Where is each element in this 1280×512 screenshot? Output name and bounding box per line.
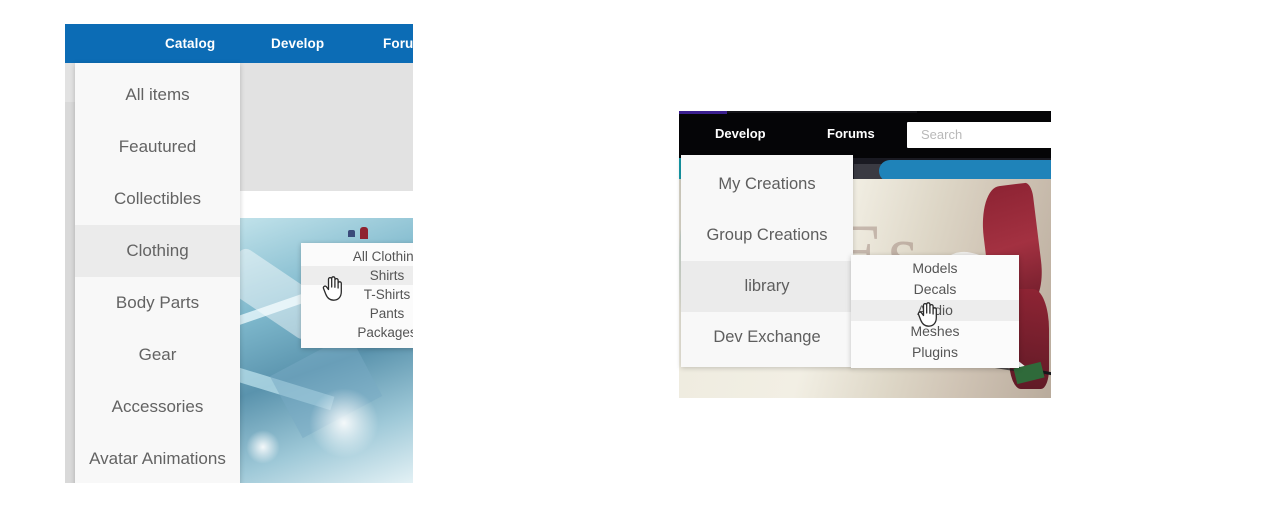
right-search-input[interactable]: Search [907,122,1051,148]
menu-item-accessories[interactable]: Accessories [75,381,240,433]
submenu-item-plugins[interactable]: Plugins [851,342,1019,363]
left-hero-decoration [348,227,370,239]
navbar-accent-line [679,111,727,114]
left-nav-item-catalog[interactable]: Catalog [165,36,215,51]
submenu-item-shirts[interactable]: Shirts [301,266,413,285]
right-nav-item-forums[interactable]: Forums [827,126,875,141]
left-navbar: Catalog Develop Forums [65,24,413,63]
screenshot-canvas: Catalog Develop Forums All items Feautur… [0,0,1280,512]
left-screenshot-panel: Catalog Develop Forums All items Feautur… [65,24,413,483]
menu-item-group-creations[interactable]: Group Creations [681,210,853,261]
menu-item-clothing[interactable]: Clothing [75,225,240,277]
left-nav-item-develop[interactable]: Develop [271,36,324,51]
submenu-item-t-shirts[interactable]: T-Shirts [301,285,413,304]
menu-item-collectibles[interactable]: Collectibles [75,173,240,225]
submenu-item-all-clothing[interactable]: All Clothing [301,247,413,266]
catalog-dropdown-menu: All items Feautured Collectibles Clothin… [75,63,240,483]
submenu-item-audio[interactable]: Audio [851,300,1019,321]
submenu-item-pants[interactable]: Pants [301,304,413,323]
menu-item-my-creations[interactable]: My Creations [681,159,853,210]
menu-item-avatar-animations[interactable]: Avatar Animations [75,433,240,483]
menu-item-gear[interactable]: Gear [75,329,240,381]
menu-item-all-items[interactable]: All items [75,69,240,121]
menu-item-body-parts[interactable]: Body Parts [75,277,240,329]
menu-item-library[interactable]: library [681,261,853,312]
menu-item-feautured[interactable]: Feautured [75,121,240,173]
submenu-item-packages[interactable]: Packages [301,323,413,342]
right-nav-item-develop[interactable]: Develop [715,126,766,141]
menu-item-dev-exchange[interactable]: Dev Exchange [681,312,853,363]
navbar-accent-line-2 [727,111,917,113]
left-nav-item-forums[interactable]: Forums [383,36,413,51]
submenu-item-decals[interactable]: Decals [851,279,1019,300]
submenu-item-models[interactable]: Models [851,258,1019,279]
submenu-item-meshes[interactable]: Meshes [851,321,1019,342]
develop-dropdown-menu: My Creations Group Creations library Dev… [681,155,853,367]
right-navbar: Develop Forums Search [679,111,1051,158]
library-submenu: Models Decals Audio Meshes Plugins [851,255,1019,368]
clothing-submenu: All Clothing Shirts T-Shirts Pants Packa… [301,243,413,348]
search-placeholder: Search [921,127,963,142]
